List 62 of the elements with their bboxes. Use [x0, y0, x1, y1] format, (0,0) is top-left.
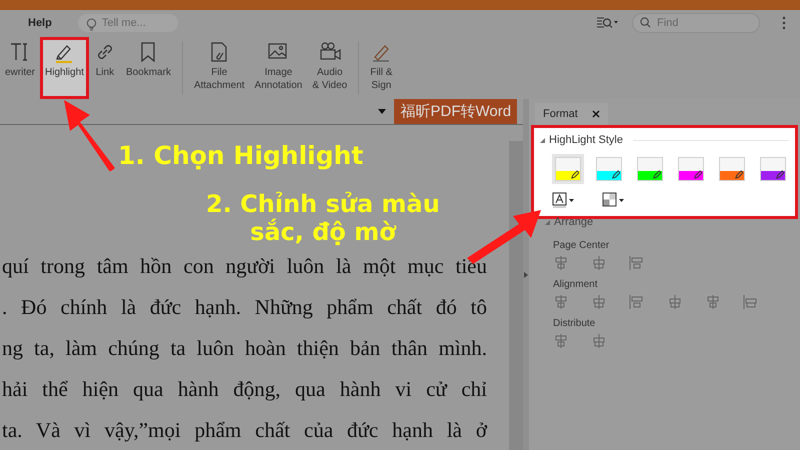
align-icon[interactable] — [591, 255, 607, 271]
opacity-dropdown[interactable] — [602, 192, 626, 208]
ribbon-tool[interactable]: File Attachment — [188, 37, 250, 99]
ribbon-tool[interactable]: Bookmark — [120, 37, 176, 99]
color-swatch[interactable] — [757, 154, 789, 184]
document-text: ta. Và vì vậy,”mọi phẩm chất của đức hạnh là ở — [2, 417, 487, 443]
text-color-dropdown[interactable] — [552, 192, 576, 208]
document-text: . Đó chính là đức hạnh. Những phẩm chất đó tô — [2, 294, 487, 320]
section-label: Distribute — [553, 318, 596, 329]
document-text: hải thể hiện qua hành động, qua hành vi cử chỉ — [2, 376, 487, 402]
ribbon-tool[interactable]: Image Annotation — [250, 37, 308, 99]
dropdown-caret-icon[interactable] — [378, 109, 386, 114]
callout-text: 2. Chỉnh sửa màu sắc, độ mờ — [206, 190, 440, 246]
section-label: Page Center — [553, 240, 610, 251]
ribbon-tool[interactable]: Link — [88, 37, 121, 99]
ribbon-tool[interactable]: ewriter — [0, 37, 40, 99]
align-icon[interactable] — [629, 294, 645, 310]
align-icon[interactable] — [591, 333, 607, 349]
align-icon[interactable] — [553, 333, 569, 349]
section-heading: Arrange — [554, 216, 594, 228]
view-search-icon[interactable] — [596, 17, 618, 29]
align-icon[interactable] — [629, 255, 645, 271]
ribbon-tool[interactable]: Fill & Sign — [365, 37, 398, 99]
color-swatch[interactable] — [634, 154, 666, 184]
section-label: Alignment — [553, 279, 598, 290]
expanded-triangle-icon[interactable] — [540, 138, 545, 142]
color-swatch[interactable] — [716, 154, 748, 184]
more-icon[interactable] — [782, 16, 786, 30]
video-camera-icon — [318, 41, 341, 63]
section-heading: HighLight Style — [549, 134, 623, 146]
align-icon[interactable] — [591, 294, 607, 310]
menu-item[interactable]: Help — [28, 17, 52, 29]
collapse-arrow-icon[interactable] — [524, 272, 528, 278]
ribbon-tool[interactable]: Audio & Video — [307, 37, 352, 99]
align-icon[interactable] — [553, 255, 569, 271]
pen-icon — [570, 170, 579, 179]
pen-icon — [734, 170, 743, 179]
align-icon[interactable] — [705, 294, 721, 310]
scrollbar[interactable] — [509, 141, 524, 450]
convert-to-word-button[interactable]: 福昕PDF转Word — [394, 99, 518, 124]
search-icon — [640, 17, 651, 28]
text-color-icon — [552, 192, 576, 208]
format-tab[interactable]: Format — [535, 103, 608, 125]
pen-icon — [652, 170, 661, 179]
find-field[interactable]: Find — [632, 13, 760, 33]
color-swatch[interactable] — [593, 154, 625, 184]
color-swatch[interactable] — [552, 154, 584, 184]
expanded-triangle-icon[interactable] — [545, 220, 550, 224]
align-icon[interactable] — [667, 294, 683, 310]
align-icon[interactable] — [743, 294, 759, 310]
align-icon[interactable] — [553, 294, 569, 310]
lightbulb-icon — [86, 18, 97, 31]
callout-text: 1. Chọn Highlight — [118, 142, 364, 170]
tell-me-field[interactable]: Tell me... — [78, 14, 178, 32]
document-text: ng ta, làm chúng ta luôn hoàn thiện bản thân mình. — [2, 335, 487, 361]
close-icon[interactable] — [592, 110, 600, 118]
opacity-icon — [602, 192, 626, 208]
ribbon-tool[interactable]: Highlight — [40, 37, 89, 99]
pen-icon — [775, 170, 784, 179]
pen-icon — [611, 170, 620, 179]
pen-icon — [693, 170, 702, 179]
color-swatch[interactable] — [675, 154, 707, 184]
